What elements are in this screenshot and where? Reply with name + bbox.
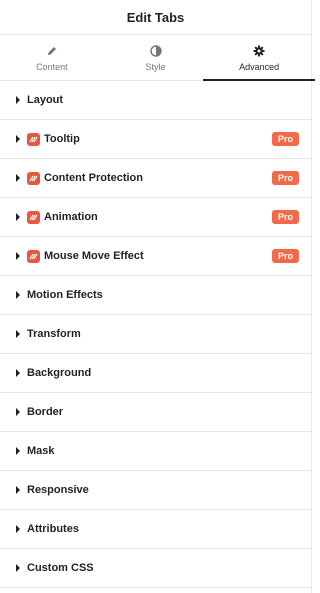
caret-right-icon [16,291,20,299]
caret-right-icon [16,408,20,416]
pro-badge: Pro [271,171,299,185]
tab-content[interactable]: Content [0,35,104,80]
section-border[interactable]: Border [0,393,311,432]
section-responsive[interactable]: Responsive [0,471,311,510]
half-circle-icon [149,44,163,58]
caret-right-icon [16,252,20,260]
section-label: Animation [44,211,98,223]
caret-right-icon [16,330,20,338]
tab-style-label: Style [145,61,166,72]
section-label: Transform [27,328,81,340]
editor-panel: Edit Tabs Content Style Advanced Layout … [0,0,315,593]
caret-right-icon [16,564,20,572]
caret-right-icon [16,135,20,143]
section-layout[interactable]: Layout [0,81,311,120]
section-label: Layout [27,94,64,106]
panel-title: Edit Tabs [126,9,185,25]
pro-badge: Pro [271,249,299,263]
section-mask[interactable]: Mask [0,432,311,471]
section-label: Border [27,406,64,418]
section-list: Layout Tooltip Pro Content Protection Pr… [0,81,311,588]
plugin-pro-icon [27,132,40,146]
plugin-pro-icon [27,171,40,185]
caret-right-icon [16,447,20,455]
section-motion-effects[interactable]: Motion Effects [0,276,311,315]
caret-right-icon [16,213,20,221]
caret-right-icon [16,174,20,182]
caret-right-icon [16,486,20,494]
tab-advanced[interactable]: Advanced [203,35,315,81]
section-label: Background [27,367,92,379]
section-label: Motion Effects [27,289,103,301]
panel-header: Edit Tabs [0,0,311,35]
tab-bar: Content Style Advanced [0,35,315,81]
section-transform[interactable]: Transform [0,315,311,354]
tab-style[interactable]: Style [104,35,208,80]
section-custom-css[interactable]: Custom CSS [0,549,311,588]
section-background[interactable]: Background [0,354,311,393]
section-animation[interactable]: Animation Pro [0,198,311,237]
pro-badge: Pro [271,210,299,224]
section-mouse-move-effect[interactable]: Mouse Move Effect Pro [0,237,311,276]
section-label: Content Protection [44,172,143,184]
pro-badge: Pro [271,132,299,146]
plugin-pro-icon [27,210,40,224]
section-label: Custom CSS [27,562,94,574]
caret-right-icon [16,96,20,104]
plugin-pro-icon [27,249,40,263]
section-label: Responsive [27,484,89,496]
caret-right-icon [16,525,20,533]
section-tooltip[interactable]: Tooltip Pro [0,120,311,159]
tab-content-label: Content [36,61,68,72]
gear-icon [252,44,266,58]
section-content-protection[interactable]: Content Protection Pro [0,159,311,198]
section-label: Mouse Move Effect [44,250,144,262]
caret-right-icon [16,369,20,377]
tab-advanced-label: Advanced [239,61,280,72]
section-attributes[interactable]: Attributes [0,510,311,549]
section-label: Mask [27,445,55,457]
section-label: Tooltip [44,133,80,145]
section-label: Attributes [27,523,79,535]
pencil-icon [45,44,59,58]
